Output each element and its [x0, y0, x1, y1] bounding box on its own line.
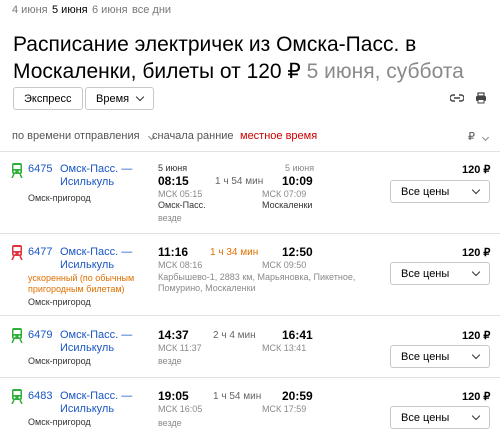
arrival-time: 20:59 — [282, 389, 313, 403]
express-note: ускоренный (по обычным пригородным билет… — [28, 273, 135, 294]
date-tab-4-june[interactable]: 4 июня — [12, 4, 48, 16]
green-train-icon — [11, 389, 23, 404]
green-train-icon — [11, 328, 23, 343]
price-select[interactable]: Все цены — [390, 180, 490, 203]
print-icon[interactable] — [475, 92, 487, 104]
price-select[interactable]: Все цены — [390, 262, 490, 285]
express-filter-button[interactable]: Экспресс — [13, 87, 83, 110]
price-select-label: Все цены — [401, 411, 450, 424]
sort-by-departure-label: по времени отправления — [12, 130, 140, 142]
arrival-msk-time: МСК 09:50 — [262, 260, 307, 270]
departure-time: 19:05 — [158, 389, 189, 403]
departure-msk-time: МСК 05:15 — [158, 189, 203, 199]
divider — [0, 233, 500, 234]
divider — [0, 151, 500, 152]
arrival-msk-time: МСК 07:09 — [262, 189, 307, 199]
ticket-price: 120 ₽ — [462, 247, 491, 259]
arrival-time: 12:50 — [282, 245, 313, 259]
train-route-link[interactable]: Омск-Пасс. — Исилькуль — [60, 390, 140, 416]
ticket-price: 120 ₽ — [462, 391, 491, 403]
red-train-icon — [11, 245, 23, 260]
train-category: Омск-пригород — [28, 356, 91, 366]
ticket-price: 120 ₽ — [462, 164, 491, 176]
arrival-date: 5 июня — [285, 163, 315, 173]
currency-label: ₽ — [468, 131, 475, 143]
train-category: Омск-пригород — [28, 417, 91, 427]
ticket-price: 120 ₽ — [462, 330, 491, 342]
time-filter-label: Время — [96, 92, 130, 105]
page-title: Расписание электричек из Омска-Пасс. в М… — [13, 31, 493, 85]
trip-duration: 1 ч 54 мин — [213, 391, 262, 402]
departure-date: 5 июня — [158, 163, 188, 173]
currency-selector[interactable]: ₽ — [468, 130, 490, 143]
stops-info: Карбышево-1, 2883 км, Марьяновка, Пикетн… — [158, 272, 356, 293]
express-filter-label: Экспресс — [24, 92, 72, 105]
chevron-down-icon — [482, 133, 490, 142]
sort-earliest-first[interactable]: сначала ранние — [152, 130, 234, 142]
train-number[interactable]: 6483 — [28, 390, 52, 402]
local-time-toggle[interactable]: местное время — [240, 130, 317, 142]
arrival-time: 10:09 — [282, 174, 313, 188]
stops-info: везде — [158, 418, 182, 428]
departure-time: 08:15 — [158, 174, 189, 188]
time-filter-dropdown[interactable]: Время — [85, 87, 155, 110]
chevron-down-icon — [471, 350, 481, 359]
date-tab-5-june[interactable]: 5 июня — [52, 4, 88, 16]
chevron-down-icon — [471, 267, 481, 276]
arrival-msk-time: МСК 17:59 — [262, 404, 307, 414]
chevron-down-icon — [135, 92, 145, 101]
train-category: Омск-пригород — [28, 193, 91, 203]
date-tab-all-days[interactable]: все дни — [132, 4, 171, 16]
date-tab-6-june[interactable]: 6 июня — [92, 4, 128, 16]
price-select-label: Все цены — [401, 185, 450, 198]
train-number[interactable]: 6479 — [28, 329, 52, 341]
departure-station: Омск-Пасс. — [158, 200, 206, 210]
departure-time: 14:37 — [158, 328, 189, 342]
price-select[interactable]: Все цены — [390, 345, 490, 368]
sort-by-departure[interactable]: по времени отправления — [12, 130, 155, 142]
chevron-down-icon — [471, 411, 481, 420]
train-number[interactable]: 6475 — [28, 163, 52, 175]
arrival-station: Москаленки — [262, 200, 313, 210]
divider — [0, 315, 500, 316]
train-route-link[interactable]: Омск-Пасс. — Исилькуль — [60, 163, 140, 189]
departure-msk-time: МСК 11:37 — [158, 343, 202, 353]
stops-info: везде — [158, 356, 182, 366]
train-number[interactable]: 6477 — [28, 246, 52, 258]
stops-info: везде — [158, 213, 182, 223]
train-route-link[interactable]: Омск-Пасс. — Исилькуль — [60, 329, 140, 355]
page-title-date: 5 июня, суббота — [306, 60, 464, 83]
departure-msk-time: МСК 16:05 — [158, 404, 203, 414]
green-train-icon — [11, 163, 23, 178]
price-select-label: Все цены — [401, 267, 450, 280]
trip-duration: 1 ч 34 мин — [210, 247, 259, 258]
trip-duration: 1 ч 54 мин — [215, 176, 264, 187]
price-select[interactable]: Все цены — [390, 406, 490, 429]
arrival-time: 16:41 — [282, 328, 313, 342]
trip-duration: 2 ч 4 мин — [213, 330, 256, 341]
departure-msk-time: МСК 08:16 — [158, 260, 203, 270]
train-category: Омск-пригород — [28, 297, 91, 307]
chevron-down-icon — [471, 185, 481, 194]
departure-time: 11:16 — [158, 245, 189, 259]
arrival-msk-time: МСК 13:41 — [262, 343, 307, 353]
price-select-label: Все цены — [401, 350, 450, 363]
share-link-icon[interactable] — [450, 93, 464, 103]
divider — [0, 377, 500, 378]
train-route-link[interactable]: Омск-Пасс. — Исилькуль — [60, 246, 140, 272]
